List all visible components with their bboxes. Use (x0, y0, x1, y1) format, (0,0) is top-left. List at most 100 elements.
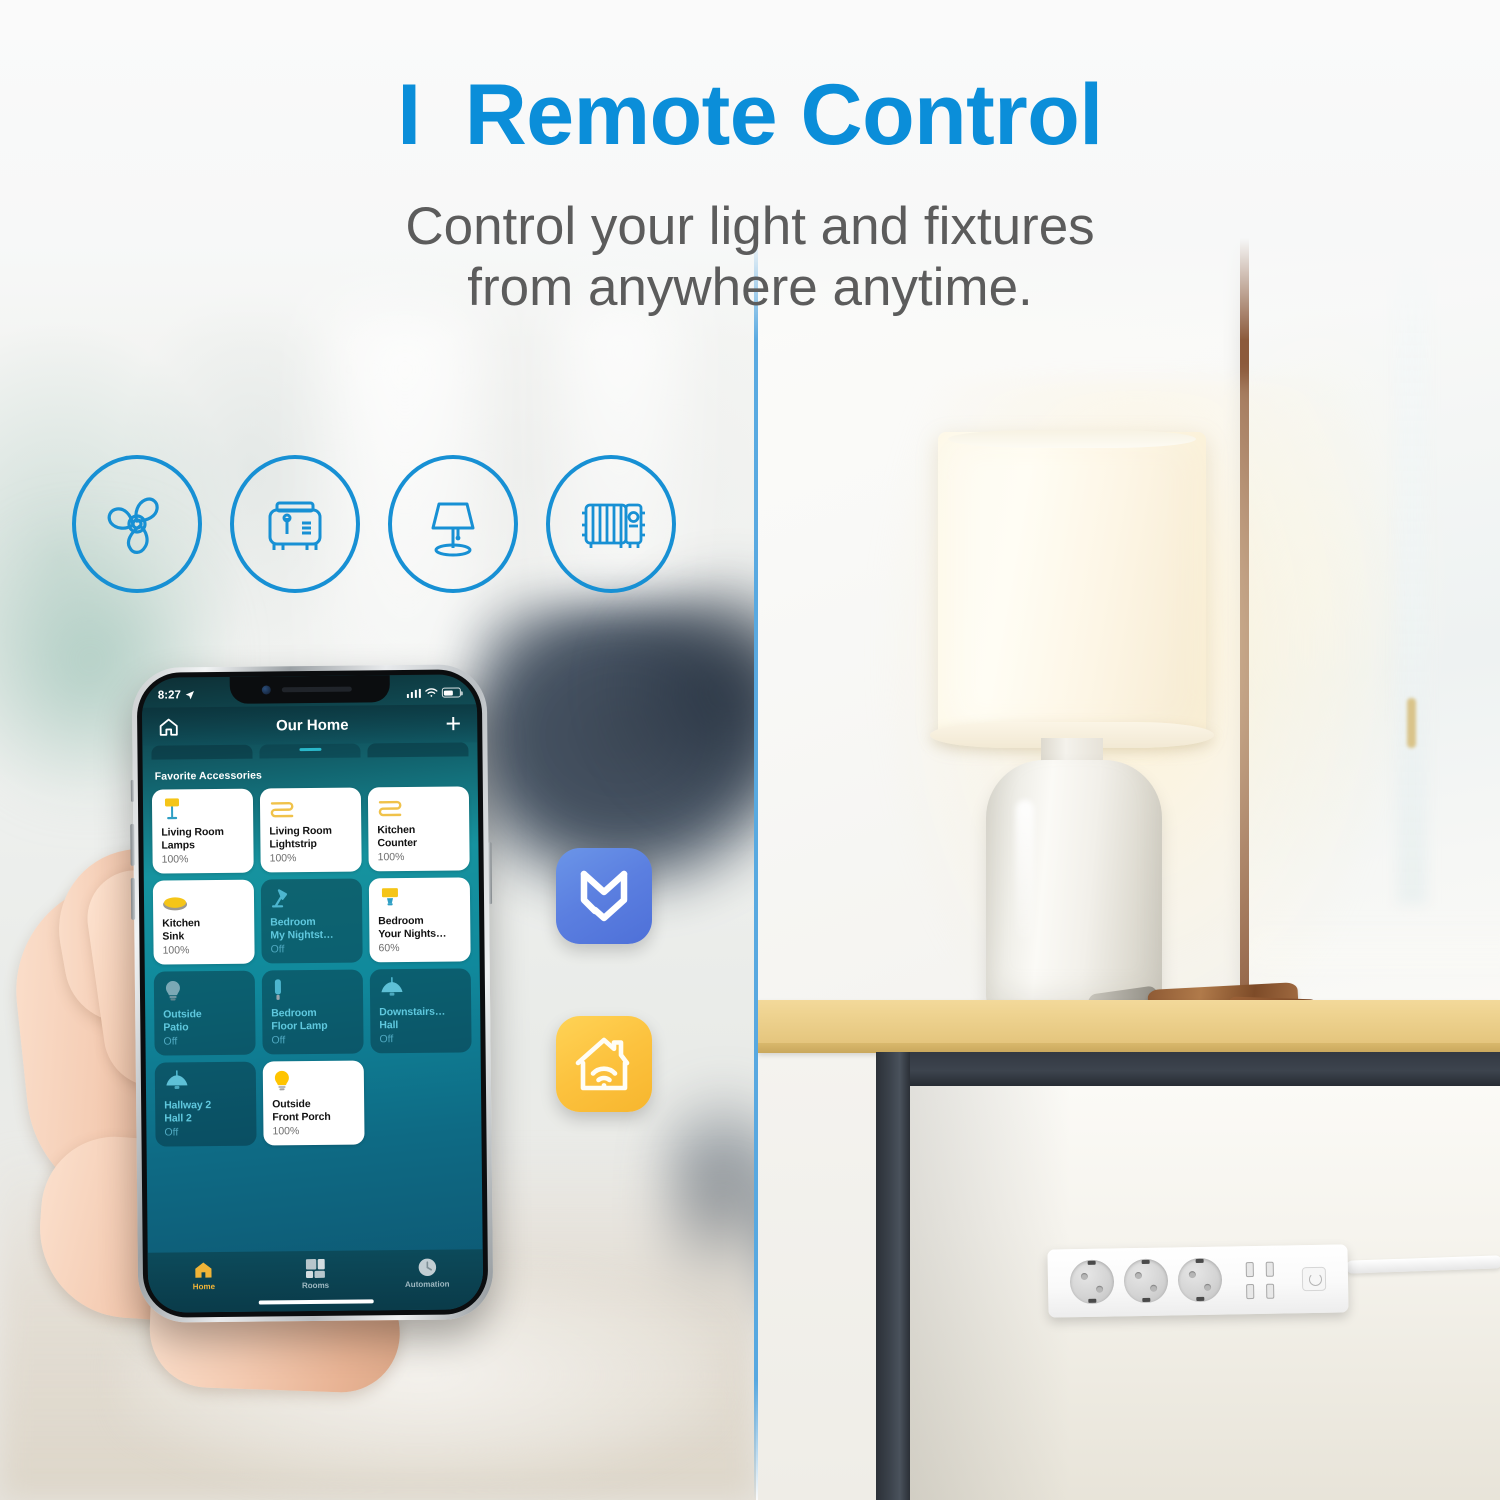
tile-line-1: Downstairs… (379, 1005, 446, 1019)
lightstrip-icon (269, 796, 353, 821)
usb-port-2[interactable] (1265, 1261, 1274, 1277)
tile-line-1: Kitchen (377, 823, 416, 837)
tile-line-2: My Nightst… (270, 928, 334, 942)
tab-label: Rooms (301, 1280, 330, 1291)
accessory-tile[interactable]: Bedroom Floor Lamp Off (261, 969, 364, 1055)
meross-app-icon[interactable] (556, 848, 652, 944)
home-nav-icon[interactable] (158, 717, 179, 736)
tile-value: 60% (378, 942, 400, 955)
header: I Remote Control Control your light and f… (0, 0, 1500, 340)
volume-down-button[interactable] (130, 877, 135, 920)
tile-line-1: Bedroom (270, 915, 316, 929)
tab-label: Home (192, 1282, 216, 1292)
floor-lamp-icon (271, 978, 355, 1003)
silent-switch[interactable] (130, 779, 134, 802)
usb-port-1[interactable] (1245, 1262, 1254, 1278)
tile-line-2: Hall 2 (164, 1112, 192, 1125)
cellular-bars-icon (406, 688, 421, 698)
radiator-heater-icon (546, 455, 676, 593)
smart-power-strip[interactable] (1047, 1244, 1349, 1318)
marketing-image-canvas: I Remote Control Control your light and f… (0, 0, 1500, 1500)
tile-line-2: Patio (163, 1021, 189, 1034)
accessory-tile[interactable]: Kitchen Sink 100% (152, 879, 255, 965)
socket-1[interactable] (1069, 1259, 1115, 1305)
page-title: I Remote Control (0, 72, 1500, 158)
peek-card[interactable] (151, 744, 253, 760)
tile-line-1: Outside (163, 1008, 202, 1021)
accessory-tile[interactable]: Bedroom Your Nights… 60% (368, 877, 471, 963)
tile-line-2: Your Nights… (378, 927, 447, 941)
tile-line-2: Counter (377, 836, 418, 850)
accessory-tile[interactable]: Outside Front Porch 100% (262, 1060, 365, 1146)
accessory-tile[interactable]: Hallway 2 Hall 2 Off (154, 1061, 257, 1147)
tile-line-1: Kitchen (162, 917, 201, 930)
accessory-tile[interactable]: Living Room Lamps 100% (151, 788, 254, 874)
tile-line-1: Bedroom (378, 914, 424, 928)
front-camera-icon (261, 685, 271, 695)
tab-rooms[interactable]: Rooms (259, 1258, 371, 1290)
wifi-icon (425, 688, 438, 697)
tile-line-1: Living Room (161, 825, 224, 839)
homekit-app-icon[interactable] (556, 1016, 652, 1112)
lamp-shade (938, 432, 1206, 737)
accessory-tile[interactable]: Downstairs… Hall Off (369, 968, 472, 1054)
app-title: Our Home (275, 716, 349, 734)
fan-icon (72, 455, 202, 593)
smartphone[interactable]: 8:27 Our Home + Favorite Accessories Liv… (130, 664, 494, 1323)
page-subtitle: Control your light and fixtures from any… (0, 196, 1500, 319)
notch (229, 675, 390, 704)
battery-icon (441, 687, 461, 698)
usb-port-3[interactable] (1246, 1284, 1255, 1300)
phone-screen[interactable]: 8:27 Our Home + Favorite Accessories Liv… (141, 674, 484, 1313)
tile-line-2: Sink (162, 930, 185, 943)
tile-value: Off (379, 1033, 394, 1046)
tile-value: 100% (272, 1125, 300, 1138)
power-side-button[interactable] (487, 842, 493, 905)
desk-lamp-icon (270, 887, 354, 912)
tab-home[interactable]: Home (148, 1260, 260, 1292)
tab-automation[interactable]: Automation (371, 1257, 483, 1289)
socket-3[interactable] (1177, 1257, 1223, 1303)
tile-value: 100% (377, 851, 405, 864)
table-lamp-icon (161, 797, 245, 822)
usb-port-4[interactable] (1266, 1283, 1275, 1299)
tile-value: Off (270, 943, 285, 956)
toaster-icon (230, 455, 360, 593)
accessories-grid: Living Room Lamps 100% Living Room Light… (151, 786, 474, 1147)
accessories-scroll-area[interactable]: Favorite Accessories Living Room Lamps 1… (142, 742, 483, 1312)
tile-line-2: Floor Lamp (271, 1019, 328, 1033)
tile-value: 100% (162, 944, 190, 957)
appliance-icon-row (72, 455, 692, 595)
table-lamp-icon (388, 455, 518, 593)
pendant-icon (164, 1070, 248, 1095)
table-lamp-icon (378, 885, 462, 910)
socket-2[interactable] (1123, 1258, 1169, 1304)
bulb-icon (272, 1069, 356, 1094)
tab-label: Automation (404, 1279, 450, 1290)
power-button[interactable] (1301, 1266, 1327, 1292)
tile-value: Off (164, 1126, 179, 1139)
bulb-icon (163, 979, 247, 1004)
tile-line-1: Living Room (269, 824, 332, 838)
subtitle-line-1: Control your light and fixtures (405, 197, 1095, 256)
pendant-icon (379, 976, 463, 1001)
volume-up-button[interactable] (130, 823, 135, 866)
tile-line-1: Bedroom (271, 1006, 317, 1020)
accessory-tile[interactable]: Kitchen Counter 100% (367, 786, 470, 872)
tile-line-2: Hall (379, 1019, 399, 1032)
tile-line-2: Front Porch (272, 1110, 331, 1124)
tile-line-2: Lightstrip (269, 837, 317, 851)
title-text: Remote Control (464, 67, 1104, 163)
accessory-tile[interactable]: Outside Patio Off (153, 970, 256, 1056)
tile-line-1: Outside (272, 1098, 311, 1111)
tile-value: Off (163, 1035, 178, 1048)
section-title: Favorite Accessories (154, 769, 263, 783)
accessory-tile[interactable]: Living Room Lightstrip 100% (259, 787, 362, 873)
app-icon-group (556, 848, 652, 1112)
title-bar-glyph: I (397, 67, 421, 163)
peek-card[interactable] (259, 743, 361, 759)
add-accessory-button[interactable]: + (445, 708, 461, 738)
peek-card[interactable] (367, 742, 469, 758)
app-nav-bar: Our Home + (141, 704, 478, 746)
accessory-tile[interactable]: Bedroom My Nightst… Off (260, 878, 363, 964)
